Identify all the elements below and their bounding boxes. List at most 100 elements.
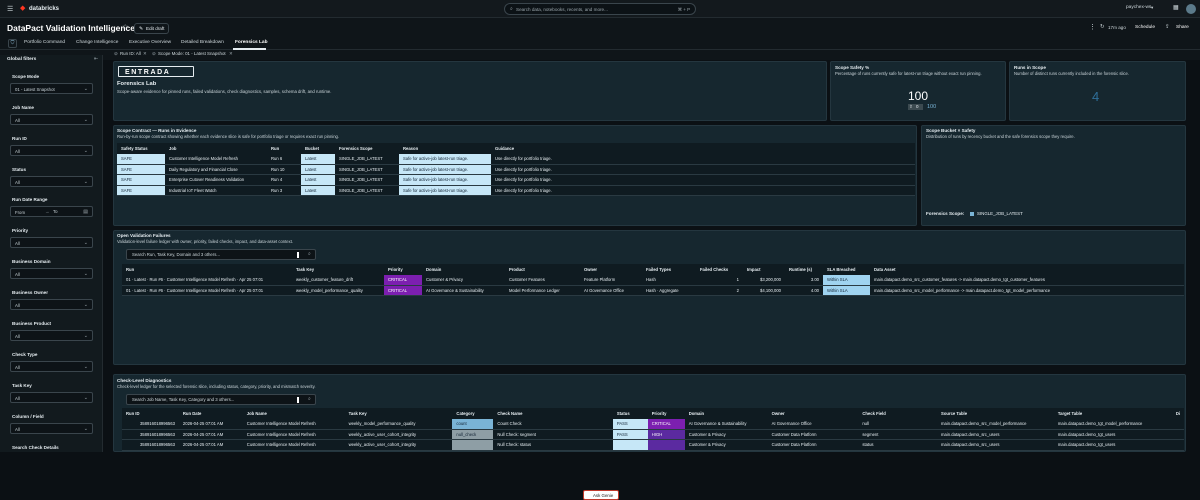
chevron-down-icon[interactable]: ▾	[1151, 5, 1153, 11]
job-name-select[interactable]: All ⌄	[10, 114, 93, 125]
table-row[interactable]: SAFE Industrial IoT Fleet Watch Run 3 La…	[117, 185, 915, 196]
column-header[interactable]: Task Key	[292, 264, 384, 275]
column-header[interactable]: Job Name	[242, 408, 345, 419]
filter-chip-scope-mode[interactable]: Scope Mode: 01 - Latest Snapshot	[158, 51, 226, 56]
star-icon[interactable]: ☆	[122, 24, 128, 31]
table-row[interactable]: 358916018996563 2026-04-25 07:01 AM Cust…	[122, 418, 1184, 430]
column-header[interactable]: Domain	[684, 408, 768, 419]
business-domain-select[interactable]: All ⌄	[10, 268, 93, 279]
status-select[interactable]: All ⌄	[10, 176, 93, 187]
filter-chip-run-id[interactable]: Run ID: All	[120, 51, 141, 56]
run-date-range-picker[interactable]: From To → ▤	[10, 206, 93, 217]
column-header[interactable]: Domain	[422, 264, 505, 275]
filter-label: Scope Mode	[12, 74, 40, 79]
tab-executive-overview[interactable]: Executive Overview	[129, 40, 171, 46]
failures-search-input[interactable]: Search Run, Task Key, Domain and 3 other…	[126, 249, 316, 260]
column-header[interactable]: Bucket	[301, 143, 335, 154]
table-row[interactable]: 358916018996563 2026-04-25 07:01 AM Cust…	[122, 439, 1184, 451]
column-header[interactable]: Impact	[743, 264, 785, 275]
column-header[interactable]: Owner	[767, 408, 859, 419]
column-header[interactable]: Forensics Scope	[335, 143, 399, 154]
panel-subtitle: Check-level ledger for the selected fore…	[117, 384, 316, 389]
column-header[interactable]: Failed Types	[642, 264, 696, 275]
column-header[interactable]: Priority	[647, 408, 685, 419]
share-icon[interactable]: ⇪	[1165, 24, 1170, 31]
share-button[interactable]: Share	[1176, 25, 1189, 31]
column-header[interactable]: Run	[267, 143, 301, 154]
table-row[interactable]: SAFE Customer Intelligence Model Refresh…	[117, 153, 915, 165]
job-cell: Daily Regulatory and Financial Close	[165, 164, 267, 175]
scope-cell: SINGLE_JOB_LATEST	[335, 164, 399, 175]
column-header[interactable]: Task Key	[344, 408, 453, 419]
edit-draft-button[interactable]: ✎ Edit draft	[134, 23, 169, 34]
column-header[interactable]: Category	[452, 408, 494, 419]
column-header[interactable]: Owner	[580, 264, 642, 275]
schedule-button[interactable]: Schedule	[1135, 25, 1155, 31]
column-header[interactable]: Failed Checks	[696, 264, 743, 275]
column-header[interactable]: Safety Status	[117, 143, 165, 154]
column-header[interactable]: Run Date	[178, 408, 243, 419]
column-header[interactable]: Check Field	[858, 408, 938, 419]
column-header[interactable]: Run	[122, 264, 292, 275]
column-header[interactable]: Di	[1171, 408, 1184, 419]
legend-swatch	[970, 211, 974, 216]
close-icon[interactable]: ✕	[143, 51, 147, 56]
ask-genie-button[interactable]: Ask Genie	[583, 490, 619, 500]
column-header[interactable]: Run ID	[122, 408, 179, 419]
column-header[interactable]: Job	[165, 143, 267, 154]
column-header[interactable]: Data Asset	[870, 264, 1184, 275]
check-type-select[interactable]: All ⌄	[10, 361, 93, 372]
owner-cell: AI Governance Office	[580, 285, 642, 296]
column-header[interactable]: Reason	[399, 143, 491, 154]
databricks-logo-icon[interactable]: ◆	[20, 5, 25, 12]
kpi-value: 4	[1092, 89, 1100, 104]
forensics-header-panel: ENTRADA Forensics Lab Scope-aware eviden…	[113, 61, 827, 121]
tab-forensics-lab[interactable]: Forensics Lab	[235, 40, 268, 46]
search-icon[interactable]: ⌕	[308, 397, 311, 402]
column-header[interactable]: Target Table	[1053, 408, 1172, 419]
diagnostics-search-input[interactable]: Search Job Name, Task Key, Category and …	[126, 394, 316, 405]
priority-select[interactable]: All ⌄	[10, 237, 93, 248]
search-icon[interactable]: ⌕	[308, 252, 311, 257]
filter-label: Business Product	[12, 321, 52, 326]
apps-icon[interactable]: ▦	[1173, 5, 1179, 11]
column-header[interactable]: Runtime (s)	[785, 264, 823, 275]
kpi-previous: 100	[927, 104, 937, 110]
tab-change-intelligence[interactable]: Change Intelligence	[76, 40, 118, 46]
column-header[interactable]: SLA Breached	[823, 264, 870, 275]
table-row[interactable]: 01 · Latest · Run #6 · Customer Intellig…	[122, 285, 1184, 296]
run-id-select[interactable]: All ⌄	[10, 145, 93, 156]
tab-portfolio-command[interactable]: Portfolio Command	[24, 40, 65, 46]
refresh-icon[interactable]: ↻	[1100, 24, 1105, 31]
table-row[interactable]: SAFE Enterprise Cutover Readiness Valida…	[117, 174, 915, 186]
column-header[interactable]: Guidance	[491, 143, 915, 154]
table-row[interactable]: SAFE Daily Regulatory and Financial Clos…	[117, 164, 915, 175]
table-row[interactable]: 01 · Latest · Run #6 · Customer Intellig…	[122, 274, 1184, 286]
filter-chip-icon: ⊘	[114, 51, 118, 56]
column-header[interactable]: Priority	[384, 264, 422, 275]
close-icon[interactable]: ✕	[229, 51, 233, 56]
tab-detailed-breakdown[interactable]: Detailed Breakdown	[181, 40, 224, 46]
grid-menu-icon[interactable]: ☰	[7, 6, 13, 13]
workspace-name[interactable]: paychex-ws	[1126, 5, 1151, 11]
task-key-select[interactable]: All ⌄	[10, 392, 93, 403]
arrow-right-icon: →	[45, 208, 50, 214]
column-header[interactable]: Status	[612, 408, 648, 419]
app-logo[interactable]: databricks	[29, 6, 59, 12]
table-row[interactable]: 358916018996563 2026-04-25 07:01 AM Cust…	[122, 429, 1184, 440]
collapse-sidebar-icon[interactable]: ⇤	[94, 57, 98, 62]
column-header[interactable]: Check Name	[493, 408, 613, 419]
legend-item[interactable]: SINGLE_JOB_LATEST	[977, 211, 1023, 216]
column-field-select[interactable]: All ⌄	[10, 423, 93, 434]
scope-mode-select[interactable]: 01 - Latest Snapshot ⌄	[10, 83, 93, 94]
global-search[interactable]: ⌕ Search data, notebooks, recents, and m…	[504, 3, 696, 15]
business-product-select[interactable]: All ⌄	[10, 330, 93, 341]
more-options-icon[interactable]: ⋮	[1089, 24, 1096, 31]
avatar[interactable]	[1186, 4, 1196, 14]
column-header[interactable]: Source Table	[937, 408, 1054, 419]
guidance-cell: Use directly for portfolio triage.	[491, 164, 915, 175]
bucket-cell: Latest	[301, 153, 335, 165]
filter-toggle-icon[interactable]: ⛉	[8, 39, 17, 48]
column-header[interactable]: Product	[505, 264, 580, 275]
business-owner-select[interactable]: All ⌄	[10, 299, 93, 310]
